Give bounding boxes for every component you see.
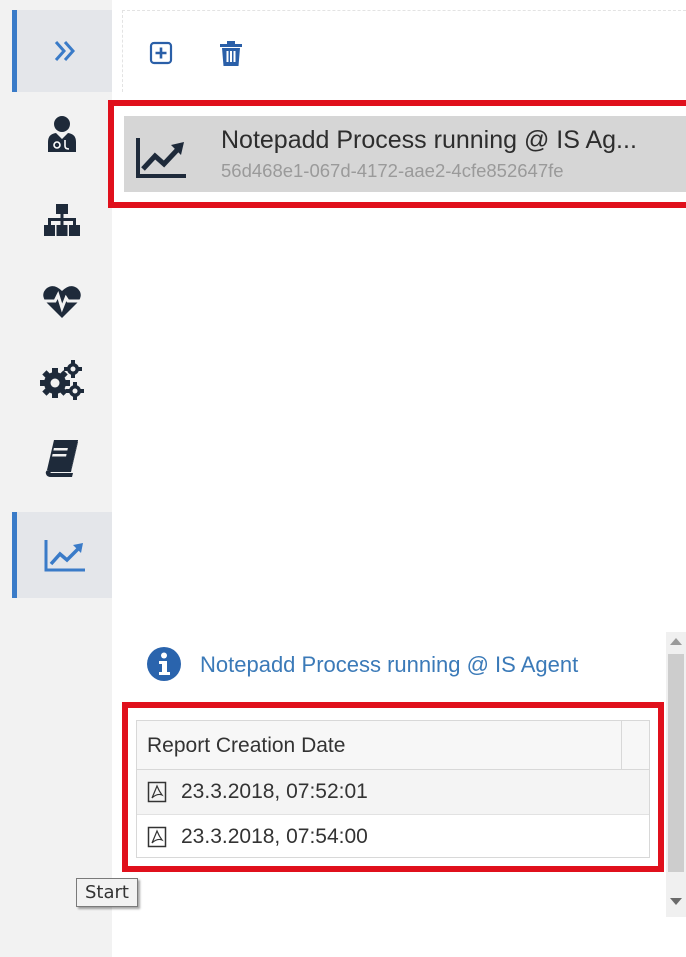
double-chevron-right-icon [54, 41, 75, 61]
scrollbar-thumb[interactable] [668, 654, 684, 872]
plus-square-icon [149, 41, 173, 65]
cogs-icon [40, 360, 84, 400]
scroll-down-arrow-icon[interactable] [670, 898, 682, 905]
sidebar-item-health[interactable] [12, 262, 112, 342]
heartbeat-icon [43, 286, 81, 318]
report-table: Report Creation Date 23.3.2018, 07:52:01… [136, 720, 650, 858]
book-icon [45, 440, 78, 477]
report-date: 23.3.2018, 07:52:01 [181, 780, 368, 803]
tooltip: Start [76, 878, 138, 907]
process-list-item[interactable]: Notepadd Process running @ IS Ag... 56d4… [124, 116, 686, 192]
toolbar [122, 10, 686, 92]
vertical-scrollbar[interactable] [666, 632, 686, 917]
delete-button[interactable] [219, 41, 243, 66]
trend-chart-icon [44, 540, 85, 572]
add-button[interactable] [149, 41, 173, 65]
expand-sidebar-button[interactable] [12, 10, 112, 92]
sidebar-item-users[interactable] [12, 94, 112, 174]
process-id: 56d468e1-067d-4172-aae2-4cfe852647fe [221, 160, 564, 181]
report-date: 23.3.2018, 07:54:00 [181, 825, 368, 848]
info-icon [147, 647, 181, 681]
sidebar-item-settings[interactable] [12, 340, 112, 420]
process-title: Notepadd Process running @ IS Ag... [221, 126, 637, 154]
left-sidebar [0, 0, 112, 957]
report-title-link[interactable]: Notepadd Process running @ IS Agent [200, 652, 578, 678]
trend-chart-icon [136, 138, 186, 178]
table-row[interactable]: 23.3.2018, 07:54:00 [137, 815, 649, 859]
sidebar-item-documentation[interactable] [12, 418, 112, 498]
pdf-file-icon [147, 781, 167, 803]
column-separator [621, 721, 622, 769]
user-doctor-icon [48, 116, 76, 152]
table-header[interactable]: Report Creation Date [137, 721, 649, 770]
table-row[interactable]: 23.3.2018, 07:52:01 [137, 770, 649, 815]
trash-icon [220, 41, 242, 66]
scroll-up-arrow-icon[interactable] [670, 638, 682, 645]
sidebar-item-hierarchy[interactable] [12, 180, 112, 260]
column-header-report-creation-date[interactable]: Report Creation Date [147, 734, 345, 758]
hierarchy-icon [44, 204, 80, 236]
pdf-file-icon [147, 826, 167, 848]
sidebar-item-reports[interactable] [12, 512, 112, 598]
